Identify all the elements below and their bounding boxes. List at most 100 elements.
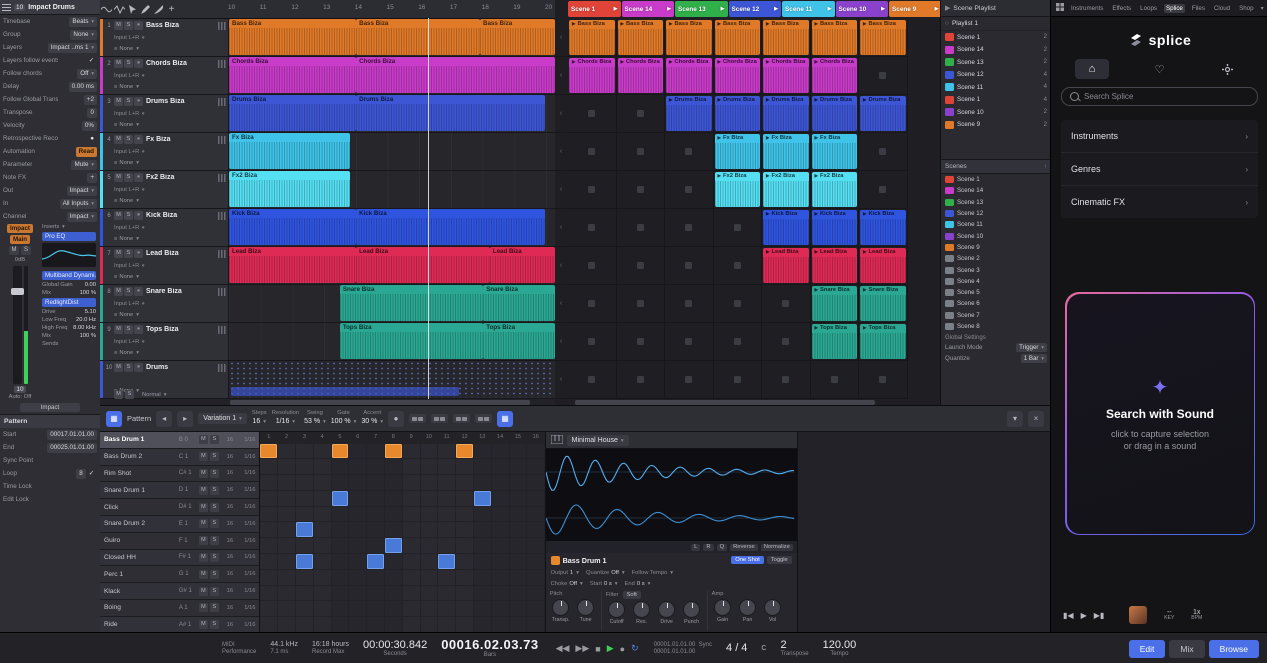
step-cell[interactable] xyxy=(349,507,366,522)
step-cell[interactable] xyxy=(456,586,473,601)
step-cell[interactable] xyxy=(438,475,455,490)
step-cell[interactable] xyxy=(260,617,277,632)
view-button-browse[interactable]: Browse xyxy=(1209,640,1259,658)
arranger-clip[interactable]: Drums Biza xyxy=(229,95,356,131)
scene-play-icon[interactable]: ▶ xyxy=(881,6,885,12)
step-cell[interactable] xyxy=(296,522,313,537)
clip-stop-button[interactable] xyxy=(685,262,692,269)
setting-output[interactable]: Output 1 ▾ xyxy=(551,570,579,576)
clip-slot[interactable] xyxy=(568,247,617,285)
scene-list-item[interactable]: Scene 7 xyxy=(941,310,1051,321)
track-arm-button[interactable]: ● xyxy=(134,135,143,144)
clip-stop-button[interactable] xyxy=(588,262,595,269)
step-cell[interactable] xyxy=(492,538,509,553)
step-cell[interactable] xyxy=(492,617,509,632)
home-icon[interactable]: ⌂ xyxy=(1075,59,1109,79)
clip-slot[interactable] xyxy=(762,285,811,323)
pad-view-toggle[interactable]: ▦ xyxy=(497,411,513,427)
clip-stop-button[interactable] xyxy=(637,224,644,231)
clip-slot[interactable] xyxy=(617,285,666,323)
clip-slot[interactable]: ▶ Bass Biza xyxy=(568,19,617,57)
track-arm-button[interactable]: ● xyxy=(134,173,143,182)
drum-row[interactable]: Snare Drum 2E 1MS161/16 xyxy=(100,516,259,533)
step-cell[interactable] xyxy=(492,554,509,569)
step-cell[interactable] xyxy=(385,554,402,569)
step-cell[interactable] xyxy=(527,475,544,490)
track-solo-button[interactable]: S xyxy=(124,325,133,334)
step-cell[interactable] xyxy=(314,538,331,553)
launcher-clip[interactable]: ▶ Snare Biza xyxy=(860,286,906,321)
track-fx-selector[interactable]: None xyxy=(119,198,133,204)
track-arm-button[interactable]: ● xyxy=(134,211,143,220)
step-cell[interactable] xyxy=(296,586,313,601)
step-cell[interactable] xyxy=(314,601,331,616)
time-signature[interactable]: 4 / 4 xyxy=(726,642,747,654)
step-cell[interactable] xyxy=(421,444,438,459)
redlightdist-chip[interactable]: RedlightDist xyxy=(42,298,96,307)
sample-tool-reverse[interactable]: Reverse xyxy=(730,544,758,551)
clip-slot[interactable]: ▶ Drums Biza xyxy=(665,95,714,133)
step-cell[interactable] xyxy=(492,507,509,522)
launcher-clip[interactable]: ▶ Drums Biza xyxy=(763,96,809,131)
launcher-clip[interactable]: ▶ Fx2 Biza xyxy=(812,172,858,207)
step-cell[interactable] xyxy=(349,444,366,459)
step-cell[interactable] xyxy=(349,601,366,616)
clip-slot[interactable]: ▶ Drums Biza xyxy=(811,95,860,133)
row-collapse-arrow[interactable]: ‹ xyxy=(555,171,567,209)
scene-play-icon[interactable]: ▶ xyxy=(828,6,832,12)
clip-stop-button[interactable] xyxy=(782,300,789,307)
step-cell[interactable] xyxy=(403,601,420,616)
loop-button[interactable]: ↻ xyxy=(631,643,639,654)
step-cell[interactable] xyxy=(260,586,277,601)
scene-play-icon[interactable]: ▶ xyxy=(667,6,671,12)
launcher-clip[interactable]: ▶ Chords Biza xyxy=(618,58,664,93)
drum-row-mute[interactable]: M xyxy=(199,469,208,478)
track-lane[interactable]: Fx Biza xyxy=(229,133,555,170)
arranger-clip[interactable]: Bass Biza xyxy=(480,19,555,55)
pattern-field-check[interactable]: ✓ xyxy=(86,469,97,479)
track-arm-button[interactable]: ● xyxy=(134,21,143,30)
track-arm-button[interactable]: ● xyxy=(134,325,143,334)
drum-row-mute[interactable]: M xyxy=(199,570,208,579)
step-cell[interactable] xyxy=(367,538,384,553)
pointer-tool-icon[interactable] xyxy=(126,3,139,16)
step-cell[interactable] xyxy=(474,570,491,585)
step-cell[interactable] xyxy=(438,617,455,632)
clip-slot[interactable]: ▶ Fx2 Biza xyxy=(762,171,811,209)
step-cell[interactable] xyxy=(296,617,313,632)
row-collapse-arrow[interactable]: ‹ xyxy=(555,323,567,361)
step-cell[interactable] xyxy=(314,475,331,490)
step-cell[interactable] xyxy=(438,444,455,459)
clip-stop-button[interactable] xyxy=(734,338,741,345)
step-cell[interactable] xyxy=(527,601,544,616)
step-cell[interactable] xyxy=(510,507,527,522)
track-lane[interactable]: Drums BizaDrums Biza xyxy=(229,95,555,132)
clip-stop-button[interactable] xyxy=(685,338,692,345)
track-header[interactable]: 2MS●Chords BizaInput L+R ●≡ None▾ xyxy=(100,57,229,94)
scene-list-item[interactable]: Scene 2 xyxy=(941,253,1051,264)
track-mute-button[interactable]: M xyxy=(114,287,123,296)
scene-header-button[interactable]: Scene 14▶ xyxy=(622,1,675,17)
launcher-clip[interactable]: ▶ Tops Biza xyxy=(812,324,858,359)
launcher-clip[interactable]: ▶ Drums Biza xyxy=(666,96,712,131)
rewind-button[interactable]: ◀◀ xyxy=(556,643,570,654)
step-cell[interactable] xyxy=(385,617,402,632)
step-page-button[interactable] xyxy=(453,414,470,423)
scene-play-icon[interactable]: ▶ xyxy=(721,6,725,12)
sync-dropdown[interactable]: 1x BPM xyxy=(1191,609,1202,621)
track-fx-selector[interactable]: None xyxy=(119,46,133,52)
clip-stop-button[interactable] xyxy=(879,186,886,193)
param-steps[interactable]: Steps16 ▾ xyxy=(252,411,267,425)
step-cell[interactable] xyxy=(332,554,349,569)
launcher-clip[interactable]: ▶ Bass Biza xyxy=(618,20,664,55)
clip-slot[interactable]: ▶ Kick Biza xyxy=(811,209,860,247)
step-cell[interactable] xyxy=(349,538,366,553)
launcher-clip[interactable]: ▶ Drums Biza xyxy=(812,96,858,131)
clip-slot[interactable]: ▶ Chords Biza xyxy=(665,57,714,95)
step-cell[interactable] xyxy=(403,444,420,459)
launcher-clip[interactable]: ▶ Drums Biza xyxy=(860,96,906,131)
drum-row-solo[interactable]: S xyxy=(210,536,219,545)
toggle-button[interactable]: Toggle xyxy=(767,556,792,564)
setting-follow-tempo[interactable]: Follow Tempo ▾ xyxy=(632,570,673,576)
drum-row[interactable]: Bass Drum 2C 1MS161/16 xyxy=(100,449,259,466)
